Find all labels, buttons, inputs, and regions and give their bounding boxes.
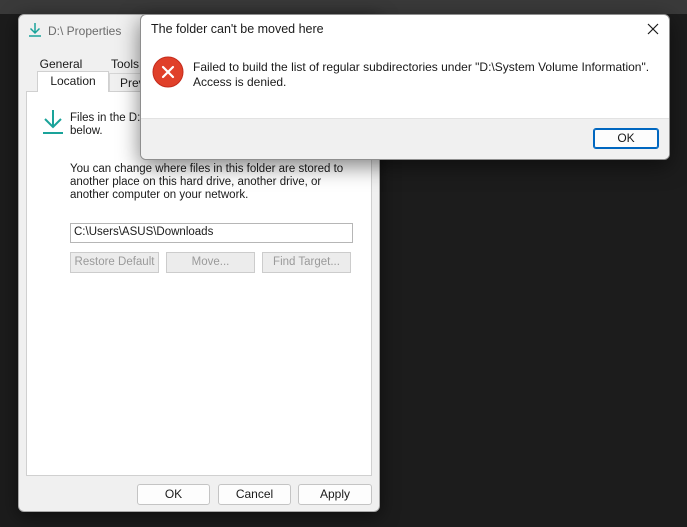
error-x-icon (152, 56, 184, 88)
tab-location[interactable]: Location (37, 71, 109, 92)
change-location-description: You can change where files in this folde… (70, 163, 344, 201)
move-button[interactable]: Move... (166, 252, 255, 273)
taskbar-strip (0, 0, 687, 14)
cancel-button[interactable]: Cancel (218, 484, 291, 505)
close-icon[interactable] (645, 21, 661, 37)
error-dialog-footer: OK (141, 118, 669, 159)
dialog-ok-button[interactable]: OK (593, 128, 659, 149)
find-target-button[interactable]: Find Target... (262, 252, 351, 273)
error-message: Failed to build the list of regular subd… (193, 60, 650, 89)
apply-button[interactable]: Apply (298, 484, 372, 505)
ok-button[interactable]: OK (137, 484, 210, 505)
location-path-input[interactable]: C:\Users\ASUS\Downloads (70, 223, 353, 243)
restore-default-button[interactable]: Restore Default (70, 252, 159, 273)
properties-window-title: D:\ Properties (48, 24, 122, 38)
download-arrow-icon (27, 22, 43, 38)
error-dialog-title: The folder can't be moved here (151, 22, 324, 36)
error-dialog: The folder can't be moved here Failed to… (140, 14, 670, 160)
download-folder-icon (40, 108, 66, 136)
